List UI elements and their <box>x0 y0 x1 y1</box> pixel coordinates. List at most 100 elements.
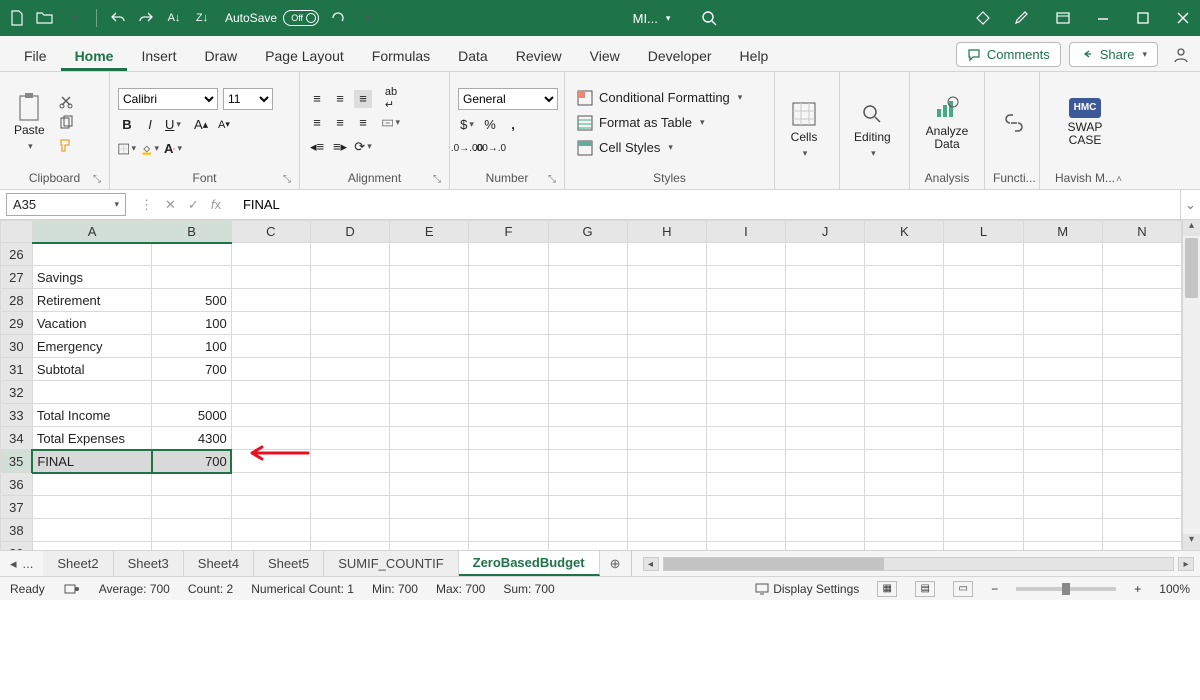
cell-D34[interactable] <box>310 427 389 450</box>
qat-dropdown-icon[interactable]: ▾ <box>66 9 84 27</box>
sheet-tab-sheet3[interactable]: Sheet3 <box>114 551 184 576</box>
cell-N36[interactable] <box>1102 473 1181 496</box>
cell-L27[interactable] <box>944 266 1023 289</box>
cell-C37[interactable] <box>231 496 310 519</box>
row-header-32[interactable]: 32 <box>1 381 33 404</box>
row-header-37[interactable]: 37 <box>1 496 33 519</box>
cell-G27[interactable] <box>548 266 627 289</box>
cell-K26[interactable] <box>865 243 944 266</box>
new-file-icon[interactable] <box>8 9 26 27</box>
cell-D35[interactable] <box>310 450 389 473</box>
open-file-icon[interactable] <box>36 9 54 27</box>
tab-view[interactable]: View <box>576 40 634 71</box>
cell-M32[interactable] <box>1023 381 1102 404</box>
cell-K31[interactable] <box>865 358 944 381</box>
cell-F34[interactable] <box>469 427 548 450</box>
cell-F26[interactable] <box>469 243 548 266</box>
cell-F27[interactable] <box>469 266 548 289</box>
cell-H26[interactable] <box>627 243 706 266</box>
cell-K38[interactable] <box>865 519 944 542</box>
tab-insert[interactable]: Insert <box>127 40 190 71</box>
increase-font-icon[interactable]: A▴ <box>192 116 210 134</box>
name-box[interactable]: A35▾ <box>6 193 126 216</box>
cell-C30[interactable] <box>231 335 310 358</box>
cell-H27[interactable] <box>627 266 706 289</box>
align-bottom-icon[interactable]: ≡ <box>354 90 372 108</box>
decrease-decimal-icon[interactable]: .00→.0 <box>481 140 499 158</box>
cell-D39[interactable] <box>310 542 389 551</box>
cell-F28[interactable] <box>469 289 548 312</box>
tab-home[interactable]: Home <box>61 40 128 71</box>
cell-D27[interactable] <box>310 266 389 289</box>
new-sheet-button[interactable]: ⊕ <box>600 551 631 576</box>
macro-record-icon[interactable] <box>63 580 81 598</box>
page-break-view-icon[interactable]: ▭ <box>953 581 973 597</box>
cell-N37[interactable] <box>1102 496 1181 519</box>
cancel-icon[interactable]: ✕ <box>165 197 176 213</box>
cell-N39[interactable] <box>1102 542 1181 551</box>
row-header-27[interactable]: 27 <box>1 266 33 289</box>
currency-icon[interactable]: $▾ <box>458 116 476 134</box>
clipboard-launcher-icon[interactable]: ⤡ <box>93 174 101 185</box>
font-name-select[interactable]: Calibri <box>118 88 218 110</box>
cell-N34[interactable] <box>1102 427 1181 450</box>
cell-N32[interactable] <box>1102 381 1181 404</box>
column-header-K[interactable]: K <box>865 221 944 243</box>
cell-F29[interactable] <box>469 312 548 335</box>
cell-N29[interactable] <box>1102 312 1181 335</box>
formula-input[interactable] <box>235 190 1180 219</box>
cell-E28[interactable] <box>390 289 469 312</box>
coming-soon-icon[interactable] <box>1014 9 1032 27</box>
cell-I30[interactable] <box>706 335 785 358</box>
cell-A29[interactable]: Vacation <box>32 312 151 335</box>
column-header-N[interactable]: N <box>1102 221 1181 243</box>
sort-asc-icon[interactable]: A↓ <box>165 9 183 27</box>
swap-case-button[interactable]: HMC SWAP CASE <box>1048 76 1122 169</box>
cell-D31[interactable] <box>310 358 389 381</box>
cell-L35[interactable] <box>944 450 1023 473</box>
cell-H38[interactable] <box>627 519 706 542</box>
copy-icon[interactable] <box>57 114 75 132</box>
sheet-tab-sheet4[interactable]: Sheet4 <box>184 551 254 576</box>
cell-H28[interactable] <box>627 289 706 312</box>
cell-G26[interactable] <box>548 243 627 266</box>
sheet-tab-zerobasedbudget[interactable]: ZeroBasedBudget <box>459 551 600 576</box>
cell-A28[interactable]: Retirement <box>32 289 151 312</box>
align-right-icon[interactable]: ≡ <box>354 114 372 132</box>
cell-H37[interactable] <box>627 496 706 519</box>
account-icon[interactable] <box>1172 46 1190 64</box>
fx-icon[interactable]: fx <box>211 197 221 212</box>
cell-J28[interactable] <box>786 289 865 312</box>
column-header-B[interactable]: B <box>152 221 232 243</box>
zoom-level[interactable]: 100% <box>1159 582 1190 596</box>
cell-L37[interactable] <box>944 496 1023 519</box>
font-launcher-icon[interactable]: ⤡ <box>283 174 291 185</box>
cell-B35[interactable]: 700 <box>152 450 232 473</box>
cell-F37[interactable] <box>469 496 548 519</box>
cell-M26[interactable] <box>1023 243 1102 266</box>
cell-N35[interactable] <box>1102 450 1181 473</box>
expand-formula-bar-icon[interactable]: ⌄ <box>1180 190 1200 219</box>
cell-A31[interactable]: Subtotal <box>32 358 151 381</box>
grid[interactable]: ABCDEFGHIJKLMN2627Savings28Retirement500… <box>0 220 1182 550</box>
percent-icon[interactable]: % <box>481 116 499 134</box>
column-header-C[interactable]: C <box>231 221 310 243</box>
cell-N31[interactable] <box>1102 358 1181 381</box>
cell-G35[interactable] <box>548 450 627 473</box>
cell-G29[interactable] <box>548 312 627 335</box>
cell-D37[interactable] <box>310 496 389 519</box>
column-header-F[interactable]: F <box>469 221 548 243</box>
cell-N27[interactable] <box>1102 266 1181 289</box>
cell-M28[interactable] <box>1023 289 1102 312</box>
number-launcher-icon[interactable]: ⤡ <box>548 174 556 185</box>
cell-B27[interactable] <box>152 266 232 289</box>
cell-C35[interactable] <box>231 450 310 473</box>
cell-M29[interactable] <box>1023 312 1102 335</box>
cell-H39[interactable] <box>627 542 706 551</box>
cell-K33[interactable] <box>865 404 944 427</box>
sheet-tab-sheet5[interactable]: Sheet5 <box>254 551 324 576</box>
cell-H31[interactable] <box>627 358 706 381</box>
cell-K32[interactable] <box>865 381 944 404</box>
analyze-data-button[interactable]: Analyze Data <box>918 76 976 169</box>
cell-J38[interactable] <box>786 519 865 542</box>
